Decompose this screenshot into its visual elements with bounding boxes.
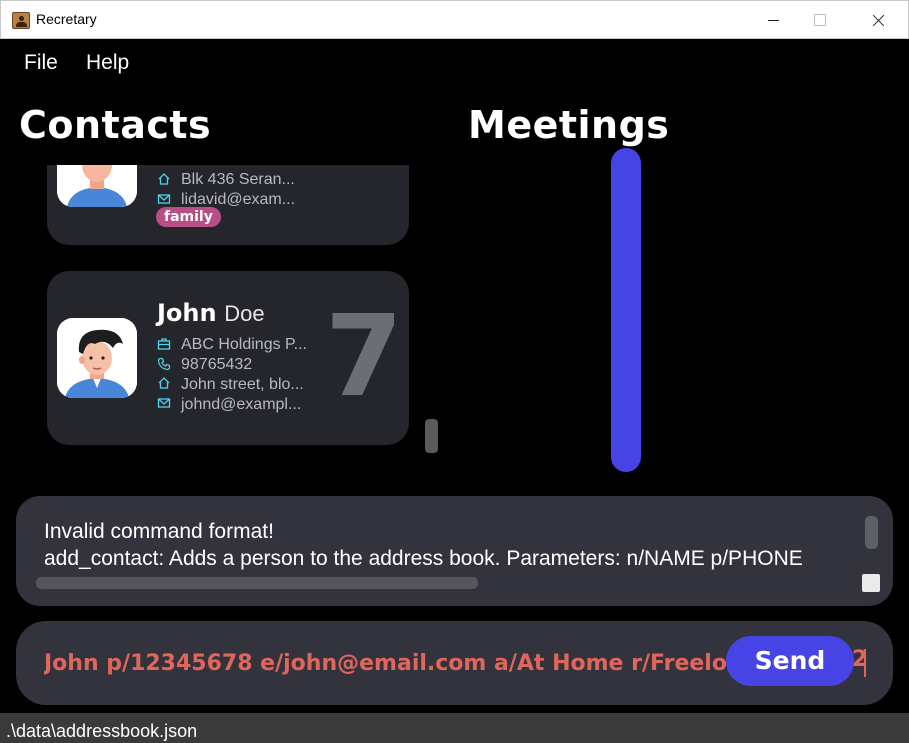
result-display[interactable]: Invalid command format! add_contact: Add… xyxy=(16,496,893,606)
home-icon xyxy=(158,173,170,185)
contact-index: 7 xyxy=(325,292,403,422)
command-box: 2 Send xyxy=(16,621,893,705)
contact-first-name: John xyxy=(157,299,217,327)
result-line-1: Invalid command format! xyxy=(44,520,274,543)
result-vertical-scrollbar[interactable] xyxy=(865,516,878,549)
email-icon xyxy=(157,194,171,204)
home-icon xyxy=(158,377,170,389)
email-icon xyxy=(157,398,171,408)
tag-family: family xyxy=(156,207,221,227)
contact-email: johnd@exampl... xyxy=(181,396,302,413)
contact-address: John street, blo... xyxy=(181,376,304,393)
avatar xyxy=(57,318,137,398)
result-line-2: add_contact: Adds a person to the addres… xyxy=(44,547,803,570)
send-button[interactable]: Send xyxy=(726,636,854,686)
title-bar: Recretary xyxy=(0,0,909,39)
text-caret xyxy=(864,649,866,677)
avatar xyxy=(57,165,137,207)
contact-card[interactable]: John Doe 7 ABC Holdings P... 98765432 Jo… xyxy=(47,271,409,445)
scroll-corner xyxy=(862,574,880,592)
result-text: Invalid command format! add_contact: Add… xyxy=(44,518,862,572)
contacts-scrollbar-thumb[interactable] xyxy=(425,419,438,453)
contact-card[interactable]: 6 Blk 436 Seran... lidavid@exam... famil… xyxy=(47,165,409,245)
window-title: Recretary xyxy=(36,11,97,27)
menu-help[interactable]: Help xyxy=(86,51,129,75)
minimize-button[interactable] xyxy=(751,1,797,39)
result-horizontal-scrollbar[interactable] xyxy=(36,577,478,589)
briefcase-icon xyxy=(157,338,171,350)
app-icon xyxy=(12,12,30,29)
contacts-list[interactable]: 6 Blk 436 Seran... lidavid@exam... famil… xyxy=(0,165,450,470)
maximize-button[interactable] xyxy=(797,1,843,39)
status-bar: .\data\addressbook.json xyxy=(0,713,909,743)
contacts-heading: Contacts xyxy=(19,103,212,147)
contact-company: ABC Holdings P... xyxy=(181,336,307,353)
phone-icon xyxy=(157,357,171,371)
data-file-path: .\data\addressbook.json xyxy=(6,721,198,741)
contact-address: Blk 436 Seran... xyxy=(181,171,295,188)
contact-name: John Doe xyxy=(157,299,265,327)
contact-last-name: Doe xyxy=(224,301,265,326)
meetings-heading: Meetings xyxy=(468,103,670,147)
contact-phone: 98765432 xyxy=(181,356,253,373)
menu-file[interactable]: File xyxy=(24,51,58,75)
close-button[interactable] xyxy=(856,1,902,39)
meetings-scrollbar-thumb[interactable] xyxy=(611,148,641,472)
